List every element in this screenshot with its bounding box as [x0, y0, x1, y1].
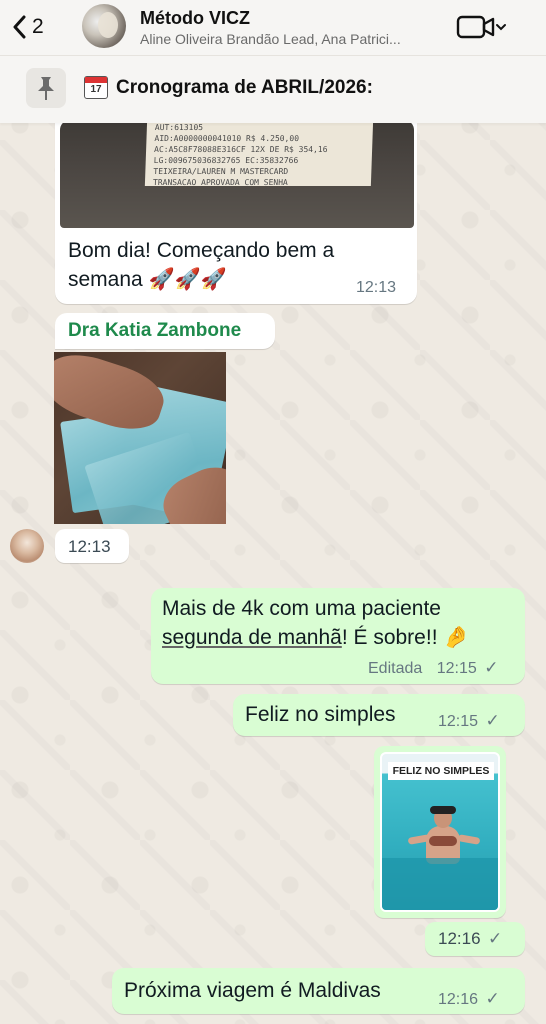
pinned-message-bar[interactable]: 17 Cronograma de ABRIL/2026: [0, 55, 546, 123]
chevron-left-icon [13, 15, 26, 39]
person-cap [430, 806, 456, 814]
receipt-line: AID:A0000000041010 R$ 4.250,00 [154, 134, 300, 143]
message-text-line: Mais de 4k com uma paciente [162, 597, 441, 620]
person-arm [457, 834, 481, 845]
back-button[interactable]: 2 [12, 10, 60, 44]
group-avatar[interactable] [82, 4, 126, 48]
pinned-message-label: Cronograma de ABRIL/2026: [116, 76, 373, 98]
video-call-button[interactable] [456, 14, 508, 40]
image-caption: FELIZ NO SIMPLES [388, 762, 494, 780]
calendar-icon: 17 [84, 76, 108, 99]
pinned-message-text[interactable]: 17 Cronograma de ABRIL/2026: [84, 76, 373, 99]
message-text: Feliz no simples [245, 703, 396, 726]
pin-button[interactable] [26, 68, 66, 108]
person-swimsuit [429, 836, 457, 846]
checkmark-icon: ✓ [485, 989, 500, 1008]
receipt-paper: AUT:613105 AID:A0000000041010 R$ 4.250,0… [144, 120, 374, 187]
message-meta: 12:16 ✓ [438, 989, 500, 1009]
message-time: 12:15 [436, 660, 477, 677]
message-text-line: Bom dia! Começando bem a [68, 239, 335, 262]
sender-avatar[interactable] [10, 529, 44, 563]
sender-name[interactable]: Dra Katia Zambone [68, 320, 241, 342]
message-text: Próxima viagem é Maldivas [124, 979, 381, 1002]
message-time: 12:15 [438, 713, 479, 730]
unread-count: 2 [32, 15, 44, 38]
receipt-line: LG:009675036832765 EC:35832766 [153, 156, 299, 165]
receipt-photo[interactable]: AUT:613105 AID:A0000000041010 R$ 4.250,0… [60, 120, 414, 228]
pool-photo[interactable]: FELIZ NO SIMPLES [380, 752, 500, 912]
receipt-line: AC:A5C8F78088E316CF 12X DE R$ 354,16 [153, 145, 328, 154]
message-text: Mais de 4k com uma paciente segunda de m… [162, 594, 522, 652]
message-text-line: segunda de manhã! É sobre!! 🤌 [162, 623, 522, 652]
receipt-line: AUT:613105 [154, 123, 204, 132]
checkmark-icon: ✓ [488, 929, 503, 948]
checkmark-icon: ✓ [485, 711, 500, 730]
checkmark-icon: ✓ [484, 658, 499, 677]
message-time: 12:16 [438, 991, 479, 1008]
message-meta: 12:15 ✓ [438, 711, 500, 731]
message-meta: 12:16 ✓ [438, 929, 502, 949]
message-meta: Editada 12:15 ✓ [368, 658, 498, 678]
message-text-segment: ! É sobre!! 🤌 [341, 626, 470, 649]
underlined-phrase[interactable]: segunda de manhã [162, 626, 342, 649]
video-camera-icon [456, 15, 506, 39]
money-photo[interactable] [54, 352, 226, 524]
receipt-line: TEIXEIRA/LAUREN M MASTERCARD [153, 167, 289, 176]
chat-title[interactable]: Método VICZ [140, 8, 250, 29]
pool-water [382, 858, 498, 910]
message-time: 12:13 [356, 279, 397, 296]
chat-header: 2 Método VICZ Aline Oliveira Brandão Lea… [0, 0, 546, 55]
receipt-line: TRANSACAO APROVADA COM SENHA [152, 178, 288, 187]
pin-icon [38, 77, 54, 100]
message-time: 12:16 [438, 929, 481, 948]
message-time: 12:13 [68, 537, 111, 556]
chat-members[interactable]: Aline Oliveira Brandão Lead, Ana Patrici… [140, 31, 445, 47]
edited-label: Editada [368, 660, 423, 677]
